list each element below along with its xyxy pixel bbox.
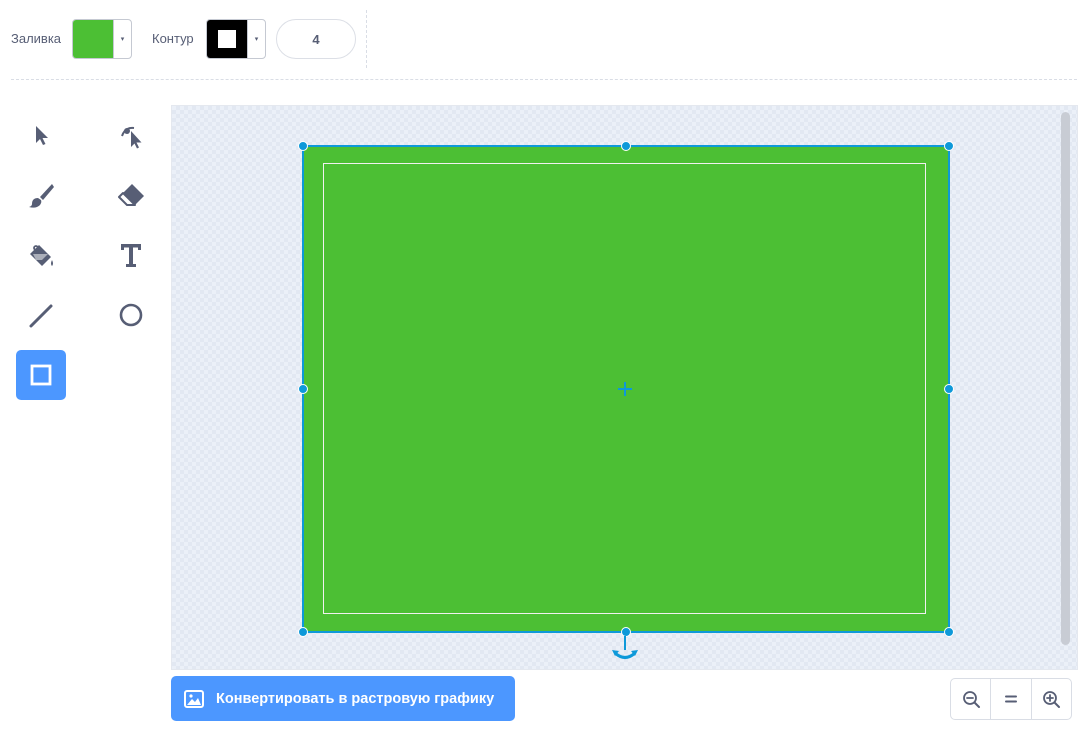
convert-button-label: Конвертировать в растровую графику bbox=[216, 690, 495, 707]
resize-handle-right[interactable] bbox=[944, 384, 954, 394]
brush-icon bbox=[29, 184, 54, 208]
eraser-tool[interactable] bbox=[106, 170, 156, 220]
toolbar-divider bbox=[366, 10, 367, 68]
move-crosshair-icon[interactable] bbox=[615, 379, 635, 399]
circle-tool[interactable] bbox=[106, 290, 156, 340]
resize-handle-bottom-right[interactable] bbox=[944, 627, 954, 637]
rectangle-tool[interactable] bbox=[16, 350, 66, 400]
resize-handle-top-left[interactable] bbox=[298, 141, 308, 151]
resize-handle-top-right[interactable] bbox=[944, 141, 954, 151]
zoom-reset-icon bbox=[1004, 695, 1017, 703]
toolbar-bottom-divider bbox=[11, 79, 1077, 80]
text-icon bbox=[121, 244, 141, 267]
resize-handle-left[interactable] bbox=[298, 384, 308, 394]
outline-color-picker[interactable]: ▾ bbox=[206, 19, 266, 59]
zoom-reset-button[interactable] bbox=[990, 679, 1030, 719]
chevron-down-icon: ▾ bbox=[113, 20, 131, 58]
convert-to-bitmap-button[interactable]: Конвертировать в растровую графику bbox=[171, 676, 515, 721]
vertical-scrollbar[interactable] bbox=[1061, 112, 1070, 645]
chevron-down-icon: ▾ bbox=[247, 20, 265, 58]
zoom-out-button[interactable] bbox=[951, 679, 990, 719]
zoom-out-icon bbox=[962, 691, 980, 708]
fill-color-picker[interactable]: ▾ bbox=[72, 19, 132, 59]
fill-color-swatch bbox=[73, 20, 113, 58]
reshape-icon bbox=[121, 126, 142, 149]
line-icon bbox=[29, 304, 53, 328]
arrow-pointer-icon bbox=[36, 126, 48, 145]
select-tool[interactable] bbox=[16, 110, 66, 160]
eraser-icon bbox=[118, 184, 144, 206]
fill-tool[interactable] bbox=[16, 230, 66, 280]
outline-label: Контур bbox=[152, 31, 194, 46]
zoom-controls bbox=[950, 678, 1072, 720]
paint-bucket-icon bbox=[30, 245, 53, 266]
image-icon bbox=[184, 689, 204, 708]
rotate-handle-icon[interactable] bbox=[611, 636, 639, 664]
outline-color-swatch bbox=[207, 20, 247, 58]
outline-width-input[interactable] bbox=[276, 19, 356, 59]
fill-label: Заливка bbox=[11, 31, 62, 46]
zoom-in-button[interactable] bbox=[1030, 679, 1071, 719]
toolbar: Заливка ▾ Контур ▾ bbox=[0, 0, 1079, 80]
reshape-tool[interactable] bbox=[106, 110, 156, 160]
zoom-in-icon bbox=[1043, 691, 1061, 708]
resize-handle-bottom-left[interactable] bbox=[298, 627, 308, 637]
resize-handle-top[interactable] bbox=[621, 141, 631, 151]
rectangle-icon bbox=[30, 364, 52, 386]
line-tool[interactable] bbox=[16, 290, 66, 340]
text-tool[interactable] bbox=[106, 230, 156, 280]
circle-icon bbox=[119, 303, 143, 327]
brush-tool[interactable] bbox=[16, 170, 66, 220]
